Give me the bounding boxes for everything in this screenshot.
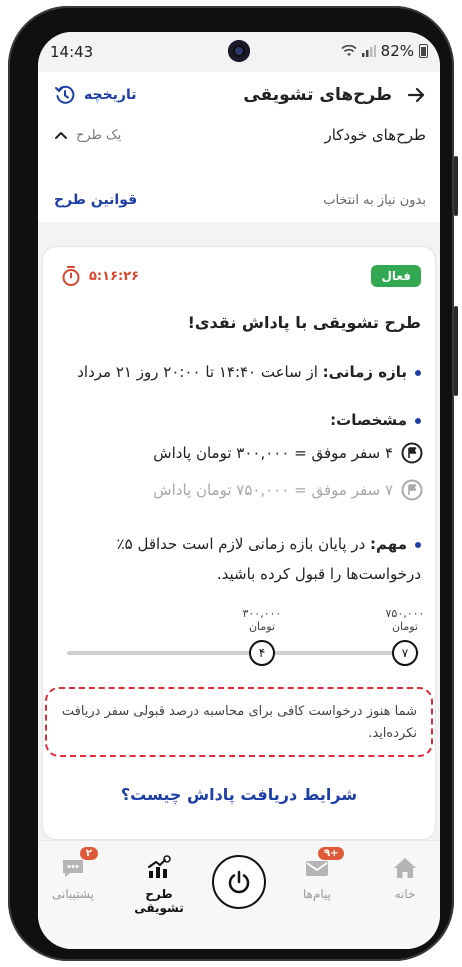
milestone-currency-1: تومان: [248, 620, 276, 633]
plans-count-toggle[interactable]: یک طرح: [54, 128, 121, 143]
volume-button: [454, 156, 458, 216]
nav-item-messages[interactable]: ۹+ پیام‌ها: [282, 847, 352, 901]
nav-label-support: پشتیبانی: [52, 887, 94, 901]
status-bar: 14:43 82%: [38, 32, 440, 72]
bullet-dot: [415, 369, 421, 376]
plans-count: یک طرح: [76, 127, 122, 143]
messages-badge: ۹+: [318, 847, 345, 860]
milestone-amount-1: ۳۰۰,۰۰۰: [242, 607, 282, 620]
history-button[interactable]: تاریخچه: [54, 84, 137, 106]
power-icon: [228, 870, 250, 894]
back-arrow-icon[interactable]: [406, 85, 426, 105]
spec-text-1: ۴ سفر موفق = ۳۰۰,۰۰۰ تومان پاداش: [153, 444, 393, 462]
spec-item-2: ۷ سفر موفق = ۷۵۰,۰۰۰ تومان پاداش: [57, 479, 423, 501]
milestone-currency-2: تومان: [391, 620, 419, 633]
history-label: تاریخچه: [84, 87, 137, 103]
card-top: فعال ۵:۱۶:۲۶: [61, 265, 421, 287]
chevron-up-icon: [55, 132, 67, 139]
milestone-amount-2: ۷۵۰,۰۰۰: [385, 607, 425, 620]
support-icon-wrap: ۲: [60, 847, 98, 881]
page-title: طرح‌های تشویقی: [243, 85, 392, 105]
auto-plans-title: طرح‌های خودکار: [324, 126, 426, 144]
stopwatch-icon: [62, 266, 80, 286]
period-bullet: بازه زمانی: از ساعت ۱۴:۴۰ تا ۲۰:۰۰ روز ۲…: [57, 357, 421, 387]
status-icons: 82%: [341, 42, 428, 60]
reward-conditions-link[interactable]: شرایط دریافت پاداش چیست؟: [43, 785, 435, 804]
nav-item-support[interactable]: ۲ پشتیبانی: [38, 847, 108, 901]
milestone-label-2: ۷۵۰,۰۰۰ تومان: [375, 607, 435, 633]
messages-icon-wrap: ۹+: [304, 847, 345, 881]
wifi-icon: [341, 45, 357, 56]
nav-label-home: خانه: [394, 887, 416, 901]
home-icon-wrap: [392, 855, 418, 881]
nav-label-incentives: طرح تشویقی: [134, 887, 184, 915]
acceptance-warning: شما هنوز درخواست کافی برای محاسبه درصد ق…: [45, 687, 433, 757]
progress-track: [67, 651, 419, 655]
nav-item-incentives[interactable]: طرح تشویقی: [124, 855, 194, 915]
nav-label-messages: پیام‌ها: [302, 887, 332, 901]
period-label: بازه زمانی:: [322, 363, 407, 381]
title-row: طرح‌های تشویقی تاریخچه: [54, 84, 426, 106]
history-icon: [55, 85, 75, 104]
incentive-plan-card: فعال ۵:۱۶:۲۶ طرح تشویقی با پاداش نقدی! ب…: [42, 246, 436, 840]
card-title: طرح تشویقی با پاداش نقدی!: [187, 313, 421, 332]
specs-bullet: مشخصات:: [57, 405, 421, 435]
progress-labels: ۷۵۰,۰۰۰ تومان ۳۰۰,۰۰۰ تومان: [43, 607, 435, 647]
bottom-navigation: ۲ پشتیبانی طرح تشویقی: [38, 840, 440, 949]
power-side-button: [454, 306, 458, 396]
important-bullet: مهم: در پایان بازه زمانی لازم است حداقل …: [57, 529, 421, 589]
page-header: طرح‌های تشویقی تاریخچه طرح‌های خودکار یک…: [38, 72, 440, 222]
home-icon: [394, 858, 416, 878]
battery-icon: [419, 44, 428, 58]
flag-icon: [401, 479, 423, 501]
milestone-label-1: ۳۰۰,۰۰۰ تومان: [232, 607, 292, 633]
battery-percent: 82%: [380, 42, 414, 60]
spec-text-2: ۷ سفر موفق = ۷۵۰,۰۰۰ تومان پاداش: [153, 481, 393, 499]
nav-item-home[interactable]: خانه: [370, 855, 440, 901]
milestone-node-2: ۷: [392, 640, 418, 666]
milestone-node-1: ۴: [249, 640, 275, 666]
flag-icon: [401, 442, 423, 464]
period-value: از ساعت ۱۴:۴۰ تا ۲۰:۰۰ روز ۲۱ مرداد: [77, 363, 318, 381]
auto-plans-row[interactable]: طرح‌های خودکار یک طرح: [54, 126, 426, 144]
rules-row: بدون نیاز به انتخاب قوانین طرح: [54, 192, 426, 208]
screen: 14:43 82%: [38, 32, 440, 949]
important-label: مهم:: [370, 535, 407, 553]
spec-item-1: ۴ سفر موفق = ۳۰۰,۰۰۰ تومان پاداش: [57, 442, 423, 464]
timer-value: ۵:۱۶:۲۶: [89, 268, 140, 284]
title-group: طرح‌های تشویقی: [243, 85, 426, 105]
specs-label: مشخصات:: [330, 411, 407, 429]
countdown-timer: ۵:۱۶:۲۶: [61, 265, 139, 287]
bullet-dot: [415, 541, 421, 548]
front-camera: [228, 40, 250, 62]
bullet-dot: [415, 417, 421, 424]
phone-frame: 14:43 82%: [8, 6, 458, 961]
status-badge: فعال: [371, 265, 421, 287]
status-time: 14:43: [50, 43, 94, 61]
plan-rules-link[interactable]: قوانین طرح: [54, 192, 137, 208]
incentives-icon-wrap: [146, 855, 172, 881]
signal-icon: [361, 45, 376, 57]
no-selection-text: بدون نیاز به انتخاب: [323, 192, 426, 208]
incentive-chart-icon: [148, 855, 171, 878]
online-toggle-button[interactable]: [212, 855, 266, 909]
support-badge: ۲: [79, 847, 98, 860]
